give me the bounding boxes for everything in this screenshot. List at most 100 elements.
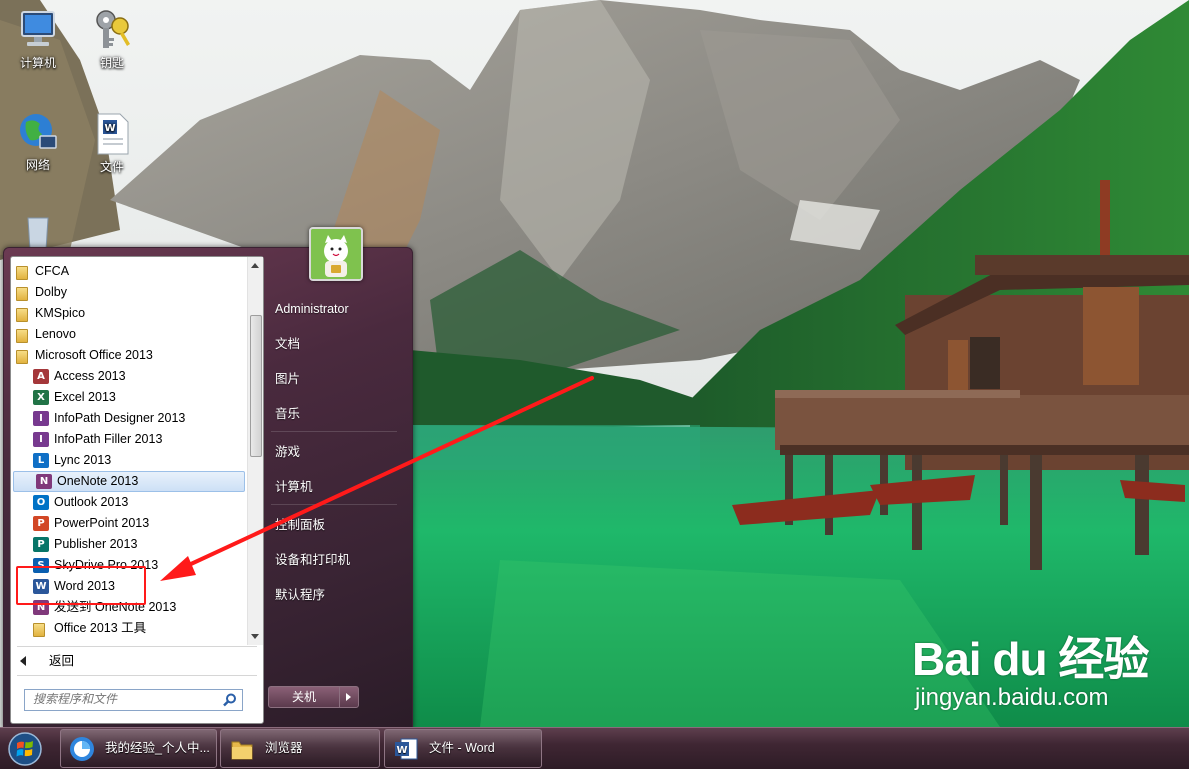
publisher-icon: P <box>33 537 49 552</box>
program-item[interactable]: P PowerPoint 2013 <box>11 513 247 534</box>
program-item[interactable]: P Publisher 2013 <box>11 534 247 555</box>
search-input[interactable] <box>25 690 223 708</box>
program-item-label: Outlook 2013 <box>54 495 129 509</box>
watermark-logo: Bai du 经验 <box>912 633 1149 685</box>
outlook-icon: O <box>33 495 49 510</box>
taskbar-button-folder[interactable]: 浏览器 <box>220 729 380 768</box>
program-item[interactable]: Microsoft Office 2013 <box>11 345 247 366</box>
program-item[interactable]: N OneNote 2013 <box>13 471 245 492</box>
program-item-label: KMSpico <box>35 306 86 320</box>
folder-icon <box>16 287 28 301</box>
program-item-label: Dolby <box>35 285 67 299</box>
program-item[interactable]: Dolby <box>11 282 247 303</box>
folder-icon <box>33 623 45 637</box>
program-item-label: PowerPoint 2013 <box>54 516 150 530</box>
onenote-icon: N <box>36 474 52 489</box>
access-icon: A <box>33 369 49 384</box>
svg-text:W: W <box>104 123 115 134</box>
program-item[interactable]: A Access 2013 <box>11 366 247 387</box>
start-right-item-games[interactable]: 游戏 <box>275 439 300 465</box>
divider <box>271 431 397 432</box>
program-item-label: OneNote 2013 <box>57 474 139 488</box>
program-item-label: CFCA <box>35 264 70 278</box>
program-item[interactable]: O Outlook 2013 <box>11 492 247 513</box>
program-item[interactable]: I InfoPath Filler 2013 <box>11 429 247 450</box>
program-item-label: Office 2013 工具 <box>54 621 147 635</box>
all-programs-pane: CFCA Dolby KMSpico Lenovo Microsoft Office 2… <box>10 256 264 724</box>
network-globe-icon <box>16 110 60 154</box>
taskbar-button-label: 文件 - Word <box>429 741 495 755</box>
start-right-item-computer[interactable]: 计算机 <box>275 474 313 500</box>
start-right-item-default-programs[interactable]: 默认程序 <box>275 582 325 608</box>
program-item-label: Excel 2013 <box>54 390 116 404</box>
watermark-url: jingyan.baidu.com <box>915 684 1109 711</box>
start-right-item-user[interactable]: Administrator <box>275 296 349 322</box>
program-item[interactable]: L Lync 2013 <box>11 450 247 471</box>
desktop-icon-keys[interactable]: 钥匙 <box>77 8 147 71</box>
taskbar-button-label: 浏览器 <box>265 741 303 755</box>
back-label: 返回 <box>49 654 75 668</box>
desktop-icon-word-file[interactable]: W 文件 <box>77 112 147 175</box>
back-button[interactable]: 返回 <box>11 649 261 673</box>
word-document-icon: W <box>90 112 134 156</box>
scroll-up-arrow-icon[interactable] <box>251 263 259 268</box>
divider <box>271 504 397 505</box>
svg-text:W: W <box>396 745 407 756</box>
search-box[interactable] <box>24 689 243 711</box>
start-right-item-devices-printers[interactable]: 设备和打印机 <box>275 547 350 573</box>
scrollbar-thumb[interactable] <box>250 315 262 457</box>
program-item-label: Lync 2013 <box>54 453 112 467</box>
program-item-label: Access 2013 <box>54 369 126 383</box>
program-item-label: Microsoft Office 2013 <box>35 348 153 362</box>
program-item[interactable]: X Excel 2013 <box>11 387 247 408</box>
program-item-label: Lenovo <box>35 327 77 341</box>
folder-icon <box>16 329 28 343</box>
start-menu: CFCA Dolby KMSpico Lenovo Microsoft Office 2… <box>3 227 413 729</box>
program-item[interactable]: Lenovo <box>11 324 247 345</box>
desktop-icon-computer[interactable]: 计算机 <box>3 8 73 71</box>
shutdown-options-arrow-icon[interactable] <box>339 686 359 708</box>
baidu-watermark: Bai du 经验 jingyan.baidu.com <box>912 633 1149 712</box>
taskbar: 我的经验_个人中... 浏览器 W 文件 - Word <box>0 727 1189 769</box>
folder-icon <box>229 736 255 762</box>
shutdown-button[interactable]: 关机 <box>268 686 340 708</box>
browser-icon <box>69 736 95 762</box>
infopath-icon: I <box>33 432 49 447</box>
taskbar-button-browser[interactable]: 我的经验_个人中... <box>60 729 217 768</box>
taskbar-button-label: 我的经验_个人中... <box>105 741 210 755</box>
divider <box>17 646 257 647</box>
start-right-item-music[interactable]: 音乐 <box>275 401 300 427</box>
infopath-icon: I <box>33 411 49 426</box>
folder-icon <box>16 266 28 280</box>
program-item[interactable]: Office 2013 工具 <box>11 618 247 639</box>
computer-icon <box>16 8 60 52</box>
start-button[interactable] <box>5 730 45 767</box>
program-item[interactable]: KMSpico <box>11 303 247 324</box>
powerpoint-icon: P <box>33 516 49 531</box>
desktop-icon-label: 计算机 <box>19 56 56 70</box>
start-right-item-documents[interactable]: 文档 <box>275 331 300 357</box>
desktop-icon-network[interactable]: 网络 <box>3 110 73 173</box>
lync-icon: L <box>33 453 49 468</box>
scroll-down-arrow-icon[interactable] <box>251 634 259 639</box>
word-icon: W <box>393 736 419 762</box>
start-right-item-control-panel[interactable]: 控制面板 <box>275 512 325 538</box>
program-item-label: InfoPath Designer 2013 <box>54 411 186 425</box>
divider <box>17 675 257 676</box>
program-item-label: Publisher 2013 <box>54 537 138 551</box>
desktop-icon-label: 网络 <box>25 158 50 172</box>
program-item-label: InfoPath Filler 2013 <box>54 432 163 446</box>
excel-icon: X <box>33 390 49 405</box>
user-avatar[interactable] <box>309 227 363 281</box>
annotation-highlight-box <box>16 566 146 605</box>
programs-scrollbar[interactable] <box>247 257 263 645</box>
program-item[interactable]: CFCA <box>11 261 247 282</box>
search-icon[interactable] <box>223 693 237 707</box>
folder-icon <box>16 308 28 322</box>
taskbar-button-word[interactable]: W 文件 - Word <box>384 729 542 768</box>
windows-logo-icon <box>8 732 42 766</box>
desktop-icon-label: 文件 <box>99 160 124 174</box>
program-item[interactable]: I InfoPath Designer 2013 <box>11 408 247 429</box>
start-right-item-pictures[interactable]: 图片 <box>275 366 300 392</box>
folder-icon <box>16 350 28 364</box>
